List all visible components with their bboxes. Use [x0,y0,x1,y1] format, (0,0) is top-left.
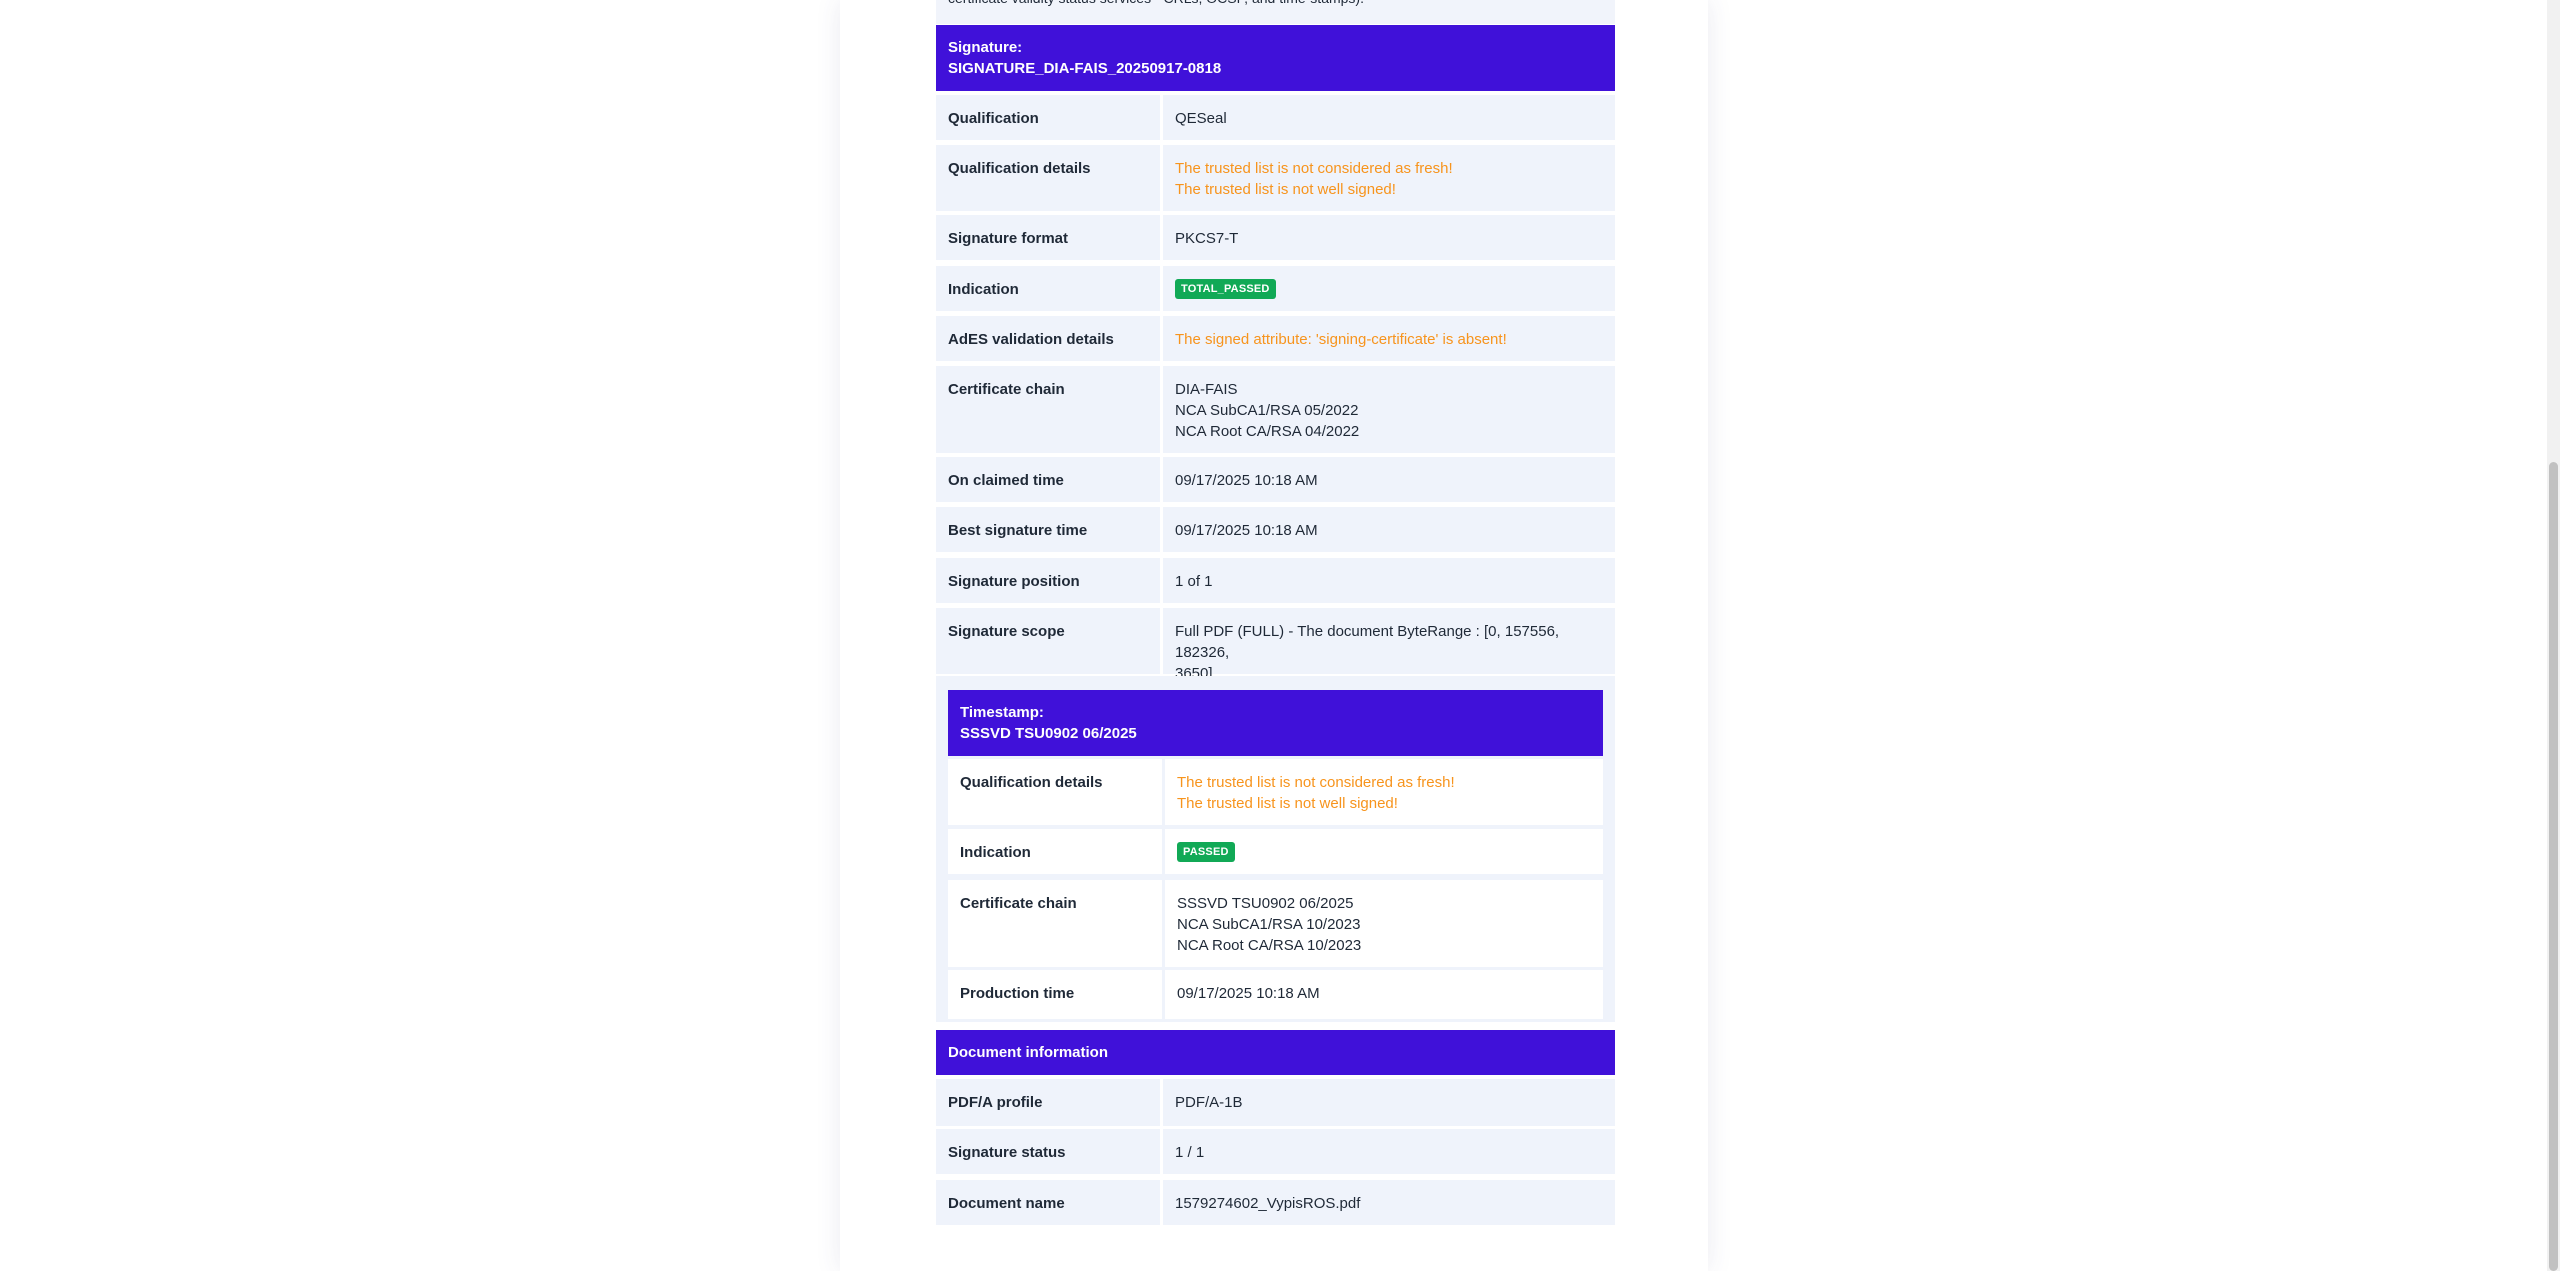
signature-row-ades-validation-details: AdES validation details The signed attrib… [936,316,1615,361]
document-row-document-name: Document name 1579274602_VypisROS.pdf [936,1180,1615,1225]
timestamp-value-line: SSSVD TSU0902 06/2025 [1177,895,1354,912]
signature-label: Qualification [936,95,1160,140]
signature-row-signature-format: Signature format PKCS7-T [936,215,1615,260]
signature-value-line: 09/17/2025 10:18 AM [1175,472,1318,489]
signature-label: Qualification details [936,145,1160,211]
signature-value: PKCS7-T [1163,215,1615,260]
signature-value: The signed attribute: 'signing-certifica… [1163,316,1615,361]
timestamp-value-line: 09/17/2025 10:18 AM [1177,985,1320,1002]
signature-value-line: PKCS7-T [1175,230,1239,247]
document-value-line: 1 / 1 [1175,1144,1205,1161]
document-label: Signature status [936,1129,1160,1174]
signature-label: Signature scope [936,608,1160,674]
signature-header-label: Signature: [948,39,1023,56]
signature-row-on-claimed-time: On claimed time 09/17/2025 10:18 AM [936,457,1615,502]
signature-row-indication: Indication TOTAL_PASSED [936,266,1615,311]
signature-label: Certificate chain [936,366,1160,453]
signature-value-line: NCA Root CA/RSA 04/2022 [1175,423,1360,440]
document-value: 1 / 1 [1163,1129,1615,1174]
previous-row-text: certificate validity status services - C… [948,0,1608,8]
signature-value-line: The trusted list is not considered as fr… [1175,160,1453,177]
status-badge: PASSED [1177,842,1235,862]
document-value-line: 1579274602_VypisROS.pdf [1175,1195,1361,1212]
signature-value: 1 of 1 [1163,558,1615,603]
timestamp-value-line: The trusted list is not well signed! [1177,795,1398,812]
timestamp-label: Indication [948,829,1162,874]
timestamp-value: PASSED [1165,829,1603,874]
timestamp-value: The trusted list is not considered as fr… [1165,759,1603,825]
signature-value-line: 09/17/2025 10:18 AM [1175,522,1318,539]
signature-label: Indication [936,266,1160,311]
document-value-line: PDF/A-1B [1175,1094,1243,1111]
signature-value: Full PDF (FULL) - The document ByteRange… [1163,608,1615,682]
timestamp-label: Qualification details [948,759,1162,825]
timestamp-row-indication: Indication PASSED [948,829,1603,874]
timestamp-header-id: SSSVD TSU0902 06/2025 [960,725,1137,742]
timestamp-value-line: NCA SubCA1/RSA 10/2023 [1177,916,1361,933]
signature-value-line: The trusted list is not well signed! [1175,181,1396,198]
signature-value-line: 1 of 1 [1175,573,1213,590]
signature-value-line: QESeal [1175,110,1227,127]
timestamp-header-label: Timestamp: [960,704,1044,721]
document-row-pdf-a-profile: PDF/A profile PDF/A-1B [936,1079,1615,1126]
timestamp-row-production-time: Production time 09/17/2025 10:18 AM [948,970,1603,1019]
timestamp-label: Production time [948,970,1162,1019]
signature-header-id: SIGNATURE_DIA-FAIS_20250917-0818 [948,60,1222,77]
signature-value-line: The signed attribute: 'signing-certifica… [1175,331,1507,348]
signature-row-best-signature-time: Best signature time 09/17/2025 10:18 AM [936,507,1615,552]
timestamp-row-certificate-chain: Certificate chain SSSVD TSU0902 06/2025 NC… [948,880,1603,967]
signature-header: Signature: SIGNATURE_DIA-FAIS_20250917-0… [936,25,1615,91]
status-badge: TOTAL_PASSED [1175,279,1276,299]
timestamp-label: Certificate chain [948,880,1162,967]
document-value: 1579274602_VypisROS.pdf [1163,1180,1615,1225]
signature-label: Signature position [936,558,1160,603]
document-label: PDF/A profile [936,1079,1160,1126]
timestamp-row-qualification-details: Qualification details The trusted list is… [948,759,1603,825]
document-row-signature-status: Signature status 1 / 1 [936,1129,1615,1174]
signature-value: DIA-FAIS NCA SubCA1/RSA 05/2022 NCA Root C… [1163,366,1615,453]
signature-value-line: NCA SubCA1/RSA 05/2022 [1175,402,1359,419]
document-header-label: Document information [948,1044,1108,1061]
signature-value: TOTAL_PASSED [1163,266,1615,311]
timestamp-value: SSSVD TSU0902 06/2025 NCA SubCA1/RSA 10/2… [1165,880,1603,967]
signature-value: The trusted list is not considered as fr… [1163,145,1615,211]
scrollbar-thumb[interactable] [2549,462,2558,1271]
signature-label: AdES validation details [936,316,1160,361]
document-label: Document name [936,1180,1160,1225]
signature-row-qualification-details: Qualification details The trusted list is… [936,145,1615,211]
signature-label: Signature format [936,215,1160,260]
signature-row-signature-position: Signature position 1 of 1 [936,558,1615,603]
signature-value-line: Full PDF (FULL) - The document ByteRange… [1175,623,1560,661]
signature-value: QESeal [1163,95,1615,140]
document-value: PDF/A-1B [1163,1079,1615,1126]
document-header: Document information [936,1030,1615,1075]
timestamp-header: Timestamp: SSSVD TSU0902 06/2025 [948,690,1603,756]
signature-value: 09/17/2025 10:18 AM [1163,457,1615,502]
timestamp-value-line: NCA Root CA/RSA 10/2023 [1177,937,1362,954]
signature-value: 09/17/2025 10:18 AM [1163,507,1615,552]
signature-value-line: DIA-FAIS [1175,381,1238,398]
signature-row-signature-scope: Signature scope Full PDF (FULL) - The doc… [936,608,1615,682]
signature-row-certificate-chain: Certificate chain DIA-FAIS NCA SubCA1/RSA … [936,366,1615,453]
timestamp-value-line: The trusted list is not considered as fr… [1177,774,1455,791]
timestamp-value: 09/17/2025 10:18 AM [1165,970,1603,1019]
signature-label: On claimed time [936,457,1160,502]
signature-row-qualification: Qualification QESeal [936,95,1615,140]
signature-label: Best signature time [936,507,1160,552]
